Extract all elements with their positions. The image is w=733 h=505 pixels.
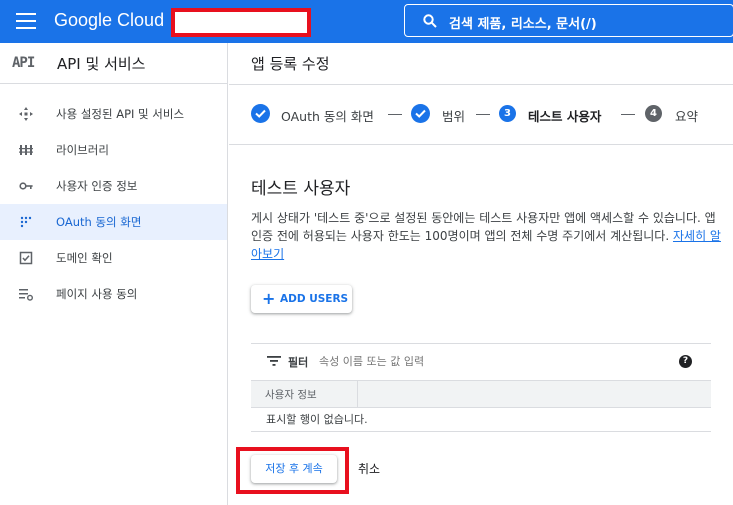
- filter-icon: [267, 356, 281, 366]
- step-1-label: OAuth 동의 화면: [281, 109, 374, 124]
- table-header-divider: [251, 407, 711, 408]
- sidebar-item-label: OAuth 동의 화면: [56, 215, 142, 229]
- table-header-row: 사용자 정보: [251, 381, 711, 407]
- step-4-number: 4: [645, 105, 662, 122]
- dots-grid-icon: [20, 216, 32, 228]
- step-connector: [388, 114, 402, 115]
- step-4-label: 요약: [675, 109, 699, 124]
- stepper-divider: [229, 144, 733, 145]
- step-1-check-icon: [251, 104, 270, 123]
- save-and-continue-button[interactable]: 저장 후 계속: [251, 455, 337, 483]
- project-selector-redacted[interactable]: [171, 8, 311, 37]
- step-3-label: 테스트 사용자: [528, 109, 602, 124]
- search-placeholder: 검색 제품, 리소스, 문서(/): [449, 17, 597, 32]
- hamburger-menu-icon[interactable]: [16, 13, 36, 29]
- step-2-check-icon: [411, 104, 430, 123]
- sidebar-title: API 및 서비스: [57, 55, 146, 73]
- description-text: 게시 상태가 '테스트 중'으로 설정된 동안에는 테스트 사용자만 앱에 액세…: [251, 211, 716, 243]
- sidebar-item-label: 사용자 인증 정보: [56, 179, 138, 193]
- sidebar-item-library[interactable]: 라이브러리: [0, 132, 227, 168]
- search-box[interactable]: 검색 제품, 리소스, 문서(/): [404, 4, 733, 37]
- sidebar-item-domain-verification[interactable]: 도메인 확인: [0, 240, 227, 276]
- stepper: OAuth 동의 화면 범위 3 테스트 사용자 4 요약: [251, 104, 731, 124]
- column-divider: [357, 381, 358, 407]
- sidebar-item-page-usage-agreements[interactable]: 페이지 사용 동의: [0, 276, 227, 312]
- test-users-description: 게시 상태가 '테스트 중'으로 설정된 동안에는 테스트 사용자만 앱에 액세…: [251, 209, 721, 263]
- settings-list-icon: [19, 289, 33, 301]
- page-title: 앱 등록 수정: [251, 55, 330, 73]
- step-3-number: 3: [499, 105, 516, 122]
- section-title: 테스트 사용자: [251, 179, 351, 199]
- empty-table-message: 표시할 행이 없습니다.: [266, 413, 368, 426]
- column-header-user-info[interactable]: 사용자 정보: [265, 387, 317, 402]
- table-top-divider: [251, 343, 711, 344]
- search-icon: [423, 14, 437, 28]
- filter-label: 필터: [288, 356, 309, 369]
- step-2-label: 범위: [442, 109, 466, 124]
- table-bottom-divider: [251, 431, 711, 432]
- key-icon: [19, 182, 33, 190]
- plus-icon: +: [262, 289, 276, 308]
- sidebar-item-credentials[interactable]: 사용자 인증 정보: [0, 168, 227, 204]
- sidebar-item-label: 라이브러리: [56, 143, 109, 157]
- step-connector: [476, 114, 490, 115]
- header-divider: [229, 84, 733, 85]
- help-icon[interactable]: ?: [679, 355, 692, 368]
- add-users-button[interactable]: + ADD USERS: [251, 285, 352, 313]
- sidebar: API API 및 서비스 사용 설정된 API 및 서비스 라이브러리 사용자…: [0, 43, 228, 505]
- google-cloud-logo[interactable]: Google Cloud: [54, 10, 164, 31]
- step-connector: [621, 114, 635, 115]
- sidebar-item-enabled-apis[interactable]: 사용 설정된 API 및 서비스: [0, 96, 227, 132]
- top-app-bar: Google Cloud 검색 제품, 리소스, 문서(/): [0, 0, 733, 43]
- filter-input[interactable]: [319, 352, 649, 370]
- api-logo: API: [12, 55, 35, 71]
- diamond-arrows-icon: [19, 107, 33, 121]
- sidebar-header: API API 및 서비스: [0, 43, 227, 84]
- sidebar-nav: 사용 설정된 API 및 서비스 라이브러리 사용자 인증 정보 OAuth 동…: [0, 96, 227, 312]
- checkbox-icon: [19, 251, 33, 265]
- sidebar-item-label: 페이지 사용 동의: [56, 287, 138, 301]
- sidebar-item-label: 사용 설정된 API 및 서비스: [56, 107, 185, 121]
- sidebar-item-label: 도메인 확인: [56, 251, 113, 265]
- add-users-label: ADD USERS: [280, 293, 349, 305]
- cancel-button[interactable]: 취소: [358, 460, 380, 477]
- library-icon: [19, 145, 33, 155]
- sidebar-item-oauth-consent[interactable]: OAuth 동의 화면: [0, 204, 227, 240]
- main-content: 앱 등록 수정 OAuth 동의 화면 범위 3 테스트 사용자 4 요약 테스…: [229, 43, 733, 505]
